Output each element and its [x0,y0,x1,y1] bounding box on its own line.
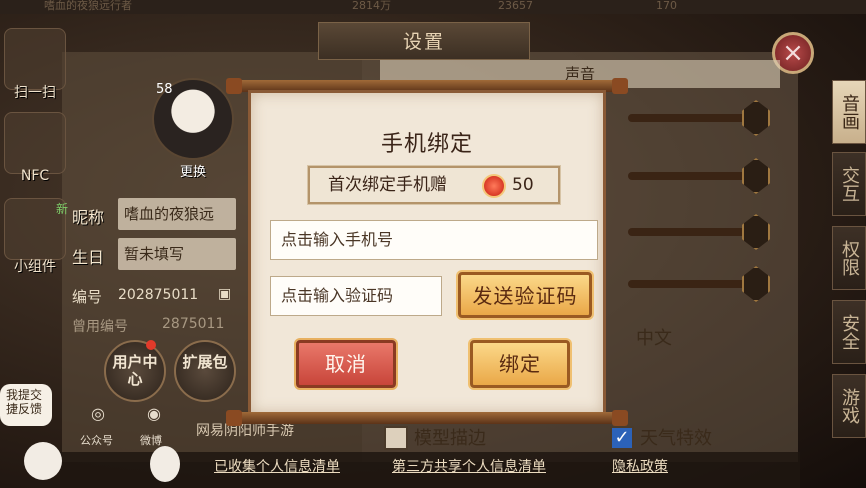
birthday-label: 生日 [72,248,105,267]
tab-interaction[interactable]: 交互 [832,152,866,216]
scan-label: 扫一扫 [14,85,56,101]
send-code-button[interactable]: 发送验证码 [458,272,592,318]
avatar-change-label[interactable]: 更换 [180,161,206,180]
slider-3[interactable] [628,228,752,236]
nfc-icon[interactable] [4,112,66,174]
mascot-left [24,442,62,480]
collected-info-link[interactable]: 已收集个人信息清单 [214,456,340,476]
slider-4[interactable] [628,280,752,288]
nickname-field[interactable]: 嗜血的夜狼远 [118,198,236,230]
bind-button[interactable]: 绑定 [470,340,570,388]
nickname-label: 昵称 [72,208,105,227]
tab-security[interactable]: 安全 [832,300,866,364]
currency-1: 2814万 [352,0,391,12]
third-party-link[interactable]: 第三方共享个人信息清单 [392,456,546,476]
player-name: 嗜血的夜狼远行者 [44,0,132,12]
language-value[interactable]: 中文 [636,324,672,350]
birthday-field[interactable]: 暂未填写 [118,238,236,270]
weather-effect-checkbox[interactable]: ✓ [610,426,634,450]
slider-1[interactable] [628,114,752,122]
bonus-banner: 首次绑定手机赠 50 [307,165,561,205]
nfc-label: NFC [20,168,50,184]
wechat-label: 公众号 [80,434,113,447]
scan-icon[interactable] [4,28,66,90]
currency-3: 170 [656,0,677,12]
scroll-rod-bottom [226,410,628,426]
bonus-amount: 50 [512,175,534,195]
old-id-label: 曾用编号 [72,319,128,335]
weather-effect-label: 天气特效 [640,428,712,449]
notification-dot [146,340,156,350]
currency-2: 23657 [498,0,533,12]
weibo-label: 微博 [140,434,162,447]
user-center-button[interactable]: 用户中心 [104,340,166,402]
feedback-button[interactable]: 我提交捷反馈 [0,384,52,426]
id-label: 编号 [72,288,103,306]
widget-label: 小组件 [14,259,56,275]
bonus-text: 首次绑定手机赠 [328,175,447,195]
weibo-icon[interactable]: ◉ [142,404,166,428]
new-badge: 新 [56,202,69,216]
old-id-value: 2875011 [162,316,225,332]
id-value: 202875011 [118,287,199,303]
wechat-icon[interactable]: ◎ [86,404,110,428]
tab-game[interactable]: 游戏 [832,374,866,438]
model-outline-checkbox[interactable] [384,426,408,450]
code-input[interactable]: 点击输入验证码 [270,276,442,316]
phone-bind-dialog: 手机绑定 首次绑定手机赠 50 点击输入手机号 点击输入验证码 发送验证码 取消… [226,78,628,428]
tab-audio-visual[interactable]: 音画 [832,80,866,144]
avatar-level: 58 [156,82,173,97]
jade-coin-icon [482,174,506,198]
settings-title: 设置 [318,22,530,60]
mascot-right [150,446,180,482]
slider-2[interactable] [628,172,752,180]
cancel-button[interactable]: 取消 [296,340,396,388]
top-status-strip: 嗜血的夜狼远行者 2814万 23657 170 [0,0,866,14]
dialog-title: 手机绑定 [380,132,473,157]
privacy-policy-link[interactable]: 隐私政策 [612,456,668,476]
tab-permissions[interactable]: 权限 [832,226,866,290]
phone-input[interactable]: 点击输入手机号 [270,220,598,260]
